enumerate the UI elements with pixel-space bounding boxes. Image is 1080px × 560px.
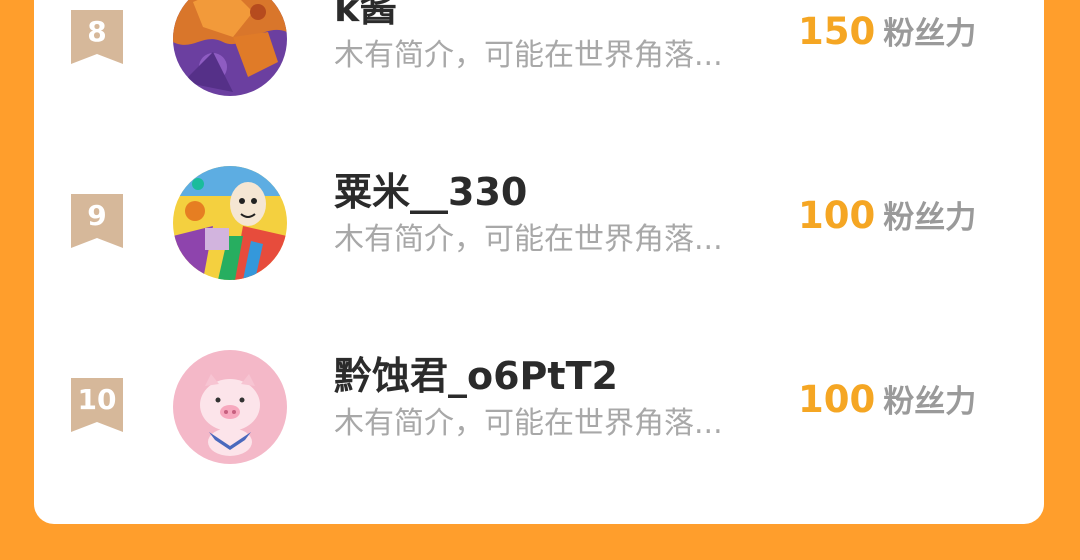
ranking-row[interactable]: 9 粟米__330 木有简介，可能在世界角落... 100 粉丝力 [34, 144, 1044, 294]
user-name: 粟米__330 [334, 170, 528, 214]
user-name: 黔蚀君_o6PtT2 [334, 354, 618, 398]
fans-power-label: 粉丝力 [883, 16, 977, 52]
fans-power-value: 100 [798, 194, 876, 237]
rank-number: 9 [87, 199, 107, 232]
fox-avatar-icon[interactable] [173, 0, 287, 96]
fans-power-value: 150 [798, 10, 876, 53]
ranking-card: 8 k酱 木有简介，可能在世界角落... 150 粉丝力 9 粟米__330 木… [34, 0, 1044, 524]
fans-power: 100 粉丝力 [798, 378, 976, 429]
fans-power-value: 100 [798, 378, 876, 421]
fans-power-label: 粉丝力 [883, 200, 977, 236]
fans-power: 150 粉丝力 [798, 10, 976, 61]
fans-power-label: 粉丝力 [883, 384, 977, 420]
fans-power: 100 粉丝力 [798, 194, 976, 245]
rank-ribbon-icon: 10 [71, 378, 123, 432]
rank-ribbon-icon: 8 [71, 10, 123, 64]
user-bio: 木有简介，可能在世界角落... [334, 222, 723, 257]
user-name: k酱 [334, 0, 398, 30]
ranking-row[interactable]: 8 k酱 木有简介，可能在世界角落... 150 粉丝力 [34, 0, 1044, 110]
colorful-art-avatar-icon[interactable] [173, 166, 287, 280]
rank-ribbon-icon: 9 [71, 194, 123, 248]
rank-number: 8 [87, 15, 107, 48]
rank-number: 10 [77, 383, 117, 416]
pig-avatar-icon[interactable] [173, 350, 287, 464]
ranking-row[interactable]: 10 黔蚀君_o6PtT2 木有简介，可能在世界角落... 100 粉丝力 [34, 328, 1044, 478]
user-bio: 木有简介，可能在世界角落... [334, 38, 723, 73]
user-bio: 木有简介，可能在世界角落... [334, 406, 723, 441]
